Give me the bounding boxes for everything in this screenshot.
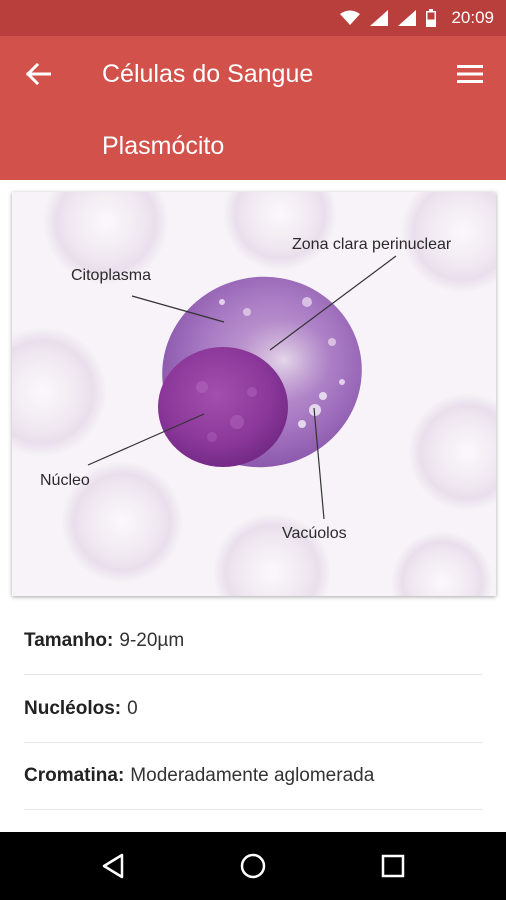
signal-icon (398, 10, 416, 26)
nucleus (158, 347, 288, 467)
nav-back-button[interactable] (93, 846, 133, 886)
signal-icon (370, 10, 388, 26)
detail-value: 9-20µm (119, 630, 185, 651)
label-zona-clara: Zona clara perinuclear (292, 236, 452, 253)
arrow-back-icon (25, 63, 51, 85)
label-vacuolos: Vacúolos (282, 525, 347, 542)
battery-icon (426, 9, 436, 27)
detail-label: Tamanho: (24, 630, 114, 651)
app-title: Células do Sangue (102, 60, 314, 88)
menu-button[interactable] (450, 56, 490, 92)
triangle-back-icon (102, 853, 124, 879)
app-bar: Células do Sangue Plasmócito (0, 36, 506, 180)
back-button[interactable] (16, 56, 60, 92)
status-time: 20:09 (451, 8, 494, 27)
status-bar: 20:09 (0, 0, 506, 36)
plasma-cell-illustration: Citoplasma Zona clara perinuclear Núcleo… (12, 192, 496, 596)
detail-row-cromatina: Cromatina: Moderadamente aglomerada (24, 743, 482, 810)
menu-icon (457, 65, 483, 83)
circle-home-icon (240, 853, 266, 879)
status-icons (340, 8, 436, 28)
cell-image-card: Citoplasma Zona clara perinuclear Núcleo… (12, 192, 496, 596)
detail-row-nucleolos: Nucléolos: 0 (24, 676, 482, 743)
vacuole (298, 420, 306, 428)
vacuole (319, 392, 327, 400)
detail-value: Moderadamente aglomerada (130, 765, 375, 786)
navigation-bar (0, 832, 506, 900)
label-nucleo: Núcleo (40, 472, 90, 489)
label-citoplasma: Citoplasma (71, 267, 151, 284)
detail-row-tamanho: Tamanho: 9-20µm (24, 608, 482, 675)
nav-home-button[interactable] (233, 846, 273, 886)
detail-label: Cromatina: (24, 765, 125, 786)
nav-recents-button[interactable] (373, 846, 413, 886)
square-recents-icon (381, 854, 405, 878)
wifi-icon (340, 10, 360, 25)
detail-value: 0 (127, 698, 138, 719)
detail-label: Nucléolos: (24, 698, 122, 719)
page-subtitle: Plasmócito (102, 132, 225, 160)
